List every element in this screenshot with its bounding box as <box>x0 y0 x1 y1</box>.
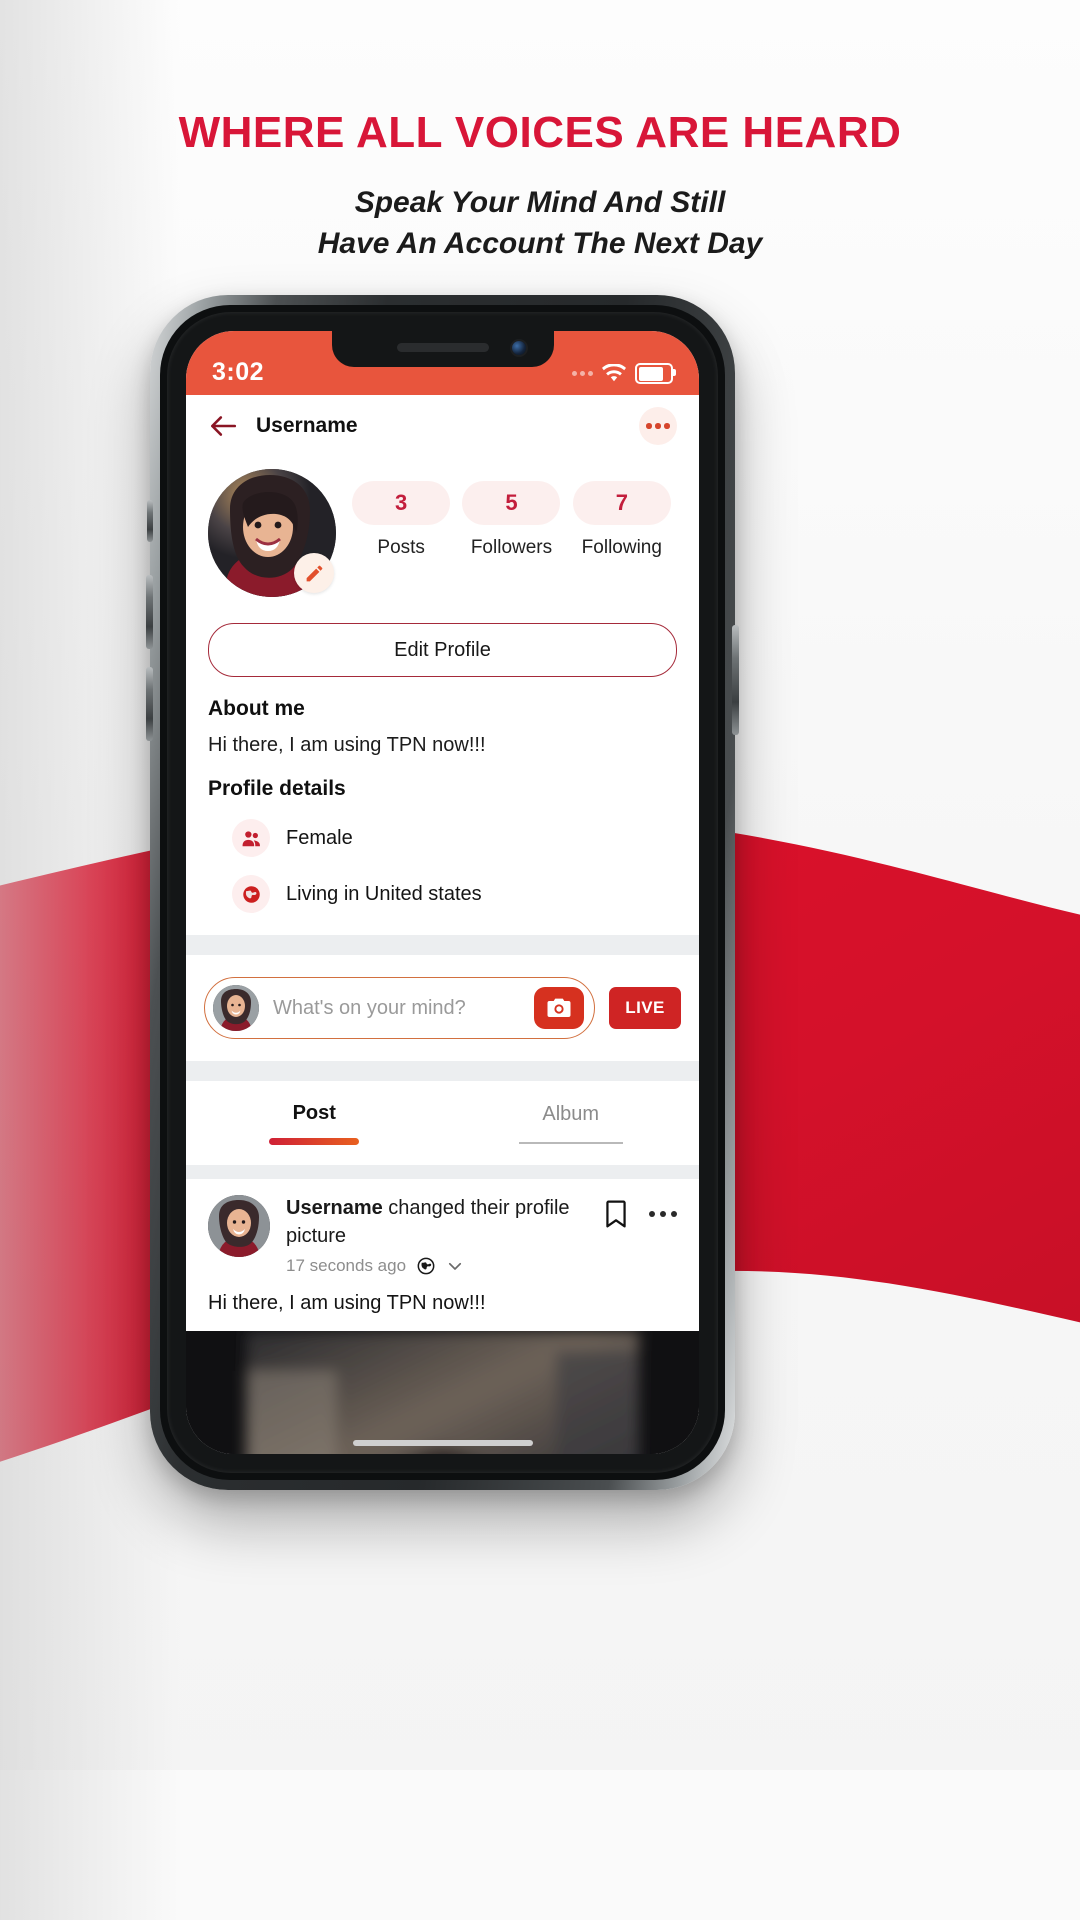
phone-volume-up-button <box>146 575 153 649</box>
post-body-text: Hi there, I am using TPN now!!! <box>208 1292 486 1315</box>
globe-icon <box>232 875 270 913</box>
post-photo-image <box>186 1331 699 1454</box>
detail-gender-label: Female <box>286 826 353 849</box>
phone-screen: 3:02 Username 3 Posts 5 Followers 7 Foll… <box>186 331 699 1454</box>
bookmark-icon[interactable] <box>603 1199 629 1229</box>
more-options-icon[interactable] <box>639 407 677 445</box>
detail-location: Living in United states <box>232 875 677 913</box>
stat-followers[interactable]: 5 Followers <box>461 481 561 559</box>
post-more-options-icon[interactable] <box>649 1211 677 1217</box>
promo-subline: Speak Your Mind And Still Have An Accoun… <box>0 182 1080 265</box>
post-meta: Username changed their profile picture 1… <box>286 1195 603 1276</box>
promo-headline: WHERE ALL VOICES ARE HEARD <box>178 108 902 157</box>
status-bar-icons <box>572 363 676 387</box>
profile-details-title: Profile details <box>208 777 346 800</box>
stat-posts[interactable]: 3 Posts <box>351 481 451 559</box>
promo-subline-2: Have An Account The Next Day <box>317 227 763 261</box>
post-author-name[interactable]: Username <box>286 1197 383 1219</box>
tab-post[interactable]: Post <box>186 1081 443 1165</box>
post-photo[interactable] <box>186 1331 699 1454</box>
composer-avatar-photo <box>213 985 259 1031</box>
stat-posts-value: 3 <box>395 490 408 515</box>
section-divider-3 <box>186 1165 699 1179</box>
post-author-avatar[interactable] <box>208 1195 270 1257</box>
composer-placeholder[interactable]: What's on your mind? <box>273 997 534 1020</box>
detail-gender: Female <box>232 819 677 857</box>
camera-glyph-icon <box>547 998 571 1017</box>
live-button[interactable]: LIVE <box>609 987 681 1029</box>
post-headline: Username changed their profile picture <box>286 1195 603 1250</box>
phone-notch <box>331 331 554 367</box>
post-header: Username changed their profile picture 1… <box>208 1195 677 1276</box>
stat-following-pill: 7 <box>572 481 671 525</box>
composer-input-box[interactable]: What's on your mind? <box>204 977 595 1039</box>
stat-followers-value: 5 <box>505 490 518 515</box>
stat-posts-pill: 3 <box>352 481 451 525</box>
pencil-glyph-icon <box>306 565 322 581</box>
phone-mute-switch <box>147 500 153 542</box>
phone-power-button <box>732 625 739 735</box>
section-divider-1 <box>186 935 699 955</box>
battery-icon <box>635 363 676 384</box>
tab-post-underline <box>269 1137 360 1145</box>
tab-post-label: Post <box>292 1101 336 1124</box>
post-author-avatar-photo <box>208 1195 270 1257</box>
stat-following[interactable]: 7 Following <box>572 481 672 559</box>
stat-posts-label: Posts <box>377 537 425 558</box>
stat-followers-label: Followers <box>470 537 553 558</box>
about-me-text: Hi there, I am using TPN now!!! <box>208 734 486 756</box>
front-camera <box>511 341 526 355</box>
app-bar: Username <box>186 395 699 457</box>
detail-location-label: Living in United states <box>286 882 482 905</box>
globe-glyph-icon <box>242 885 260 903</box>
post-actions <box>603 1195 677 1229</box>
stat-followers-pill: 5 <box>462 481 561 525</box>
post-composer: What's on your mind? LIVE <box>186 955 699 1061</box>
tab-album-label: Album <box>542 1102 600 1125</box>
status-bar-time: 3:02 <box>212 358 265 386</box>
edit-profile-button[interactable]: Edit Profile <box>208 623 677 677</box>
promo-subline-1: Speak Your Mind And Still <box>354 186 726 219</box>
chevron-down-icon[interactable] <box>446 1257 464 1275</box>
profile-stats: 3 Posts 5 Followers 7 Following <box>346 469 677 559</box>
phone-volume-down-button <box>146 667 153 741</box>
about-me-title: About me <box>208 697 305 720</box>
people-glyph-icon <box>242 830 260 846</box>
globe-icon <box>417 1257 435 1275</box>
profile-header: 3 Posts 5 Followers 7 Following <box>186 457 699 597</box>
composer-avatar <box>213 985 259 1031</box>
back-arrow-icon[interactable] <box>208 411 238 441</box>
section-divider-2 <box>186 1061 699 1081</box>
signal-dots-icon <box>572 371 593 376</box>
post-timestamp: 17 seconds ago <box>286 1256 407 1276</box>
feed-post: Username changed their profile picture 1… <box>186 1179 699 1332</box>
wifi-icon <box>602 364 626 382</box>
avatar[interactable] <box>208 469 336 597</box>
home-indicator <box>352 1440 533 1446</box>
feed-tabs: Post Album <box>186 1081 699 1165</box>
stat-following-label: Following <box>581 537 662 558</box>
tab-album-underline <box>518 1141 623 1144</box>
people-icon <box>232 819 270 857</box>
stat-following-value: 7 <box>615 490 628 515</box>
post-subline: 17 seconds ago <box>286 1256 603 1276</box>
earpiece-speaker <box>396 343 489 352</box>
page-title: Username <box>256 414 358 437</box>
app-content: Username 3 Posts 5 Followers 7 Following… <box>186 395 699 1454</box>
camera-icon[interactable] <box>534 987 584 1029</box>
phone-mockup: 3:02 Username 3 Posts 5 Followers 7 Foll… <box>146 295 739 1490</box>
tab-album[interactable]: Album <box>443 1081 700 1165</box>
pencil-icon[interactable] <box>294 553 334 593</box>
